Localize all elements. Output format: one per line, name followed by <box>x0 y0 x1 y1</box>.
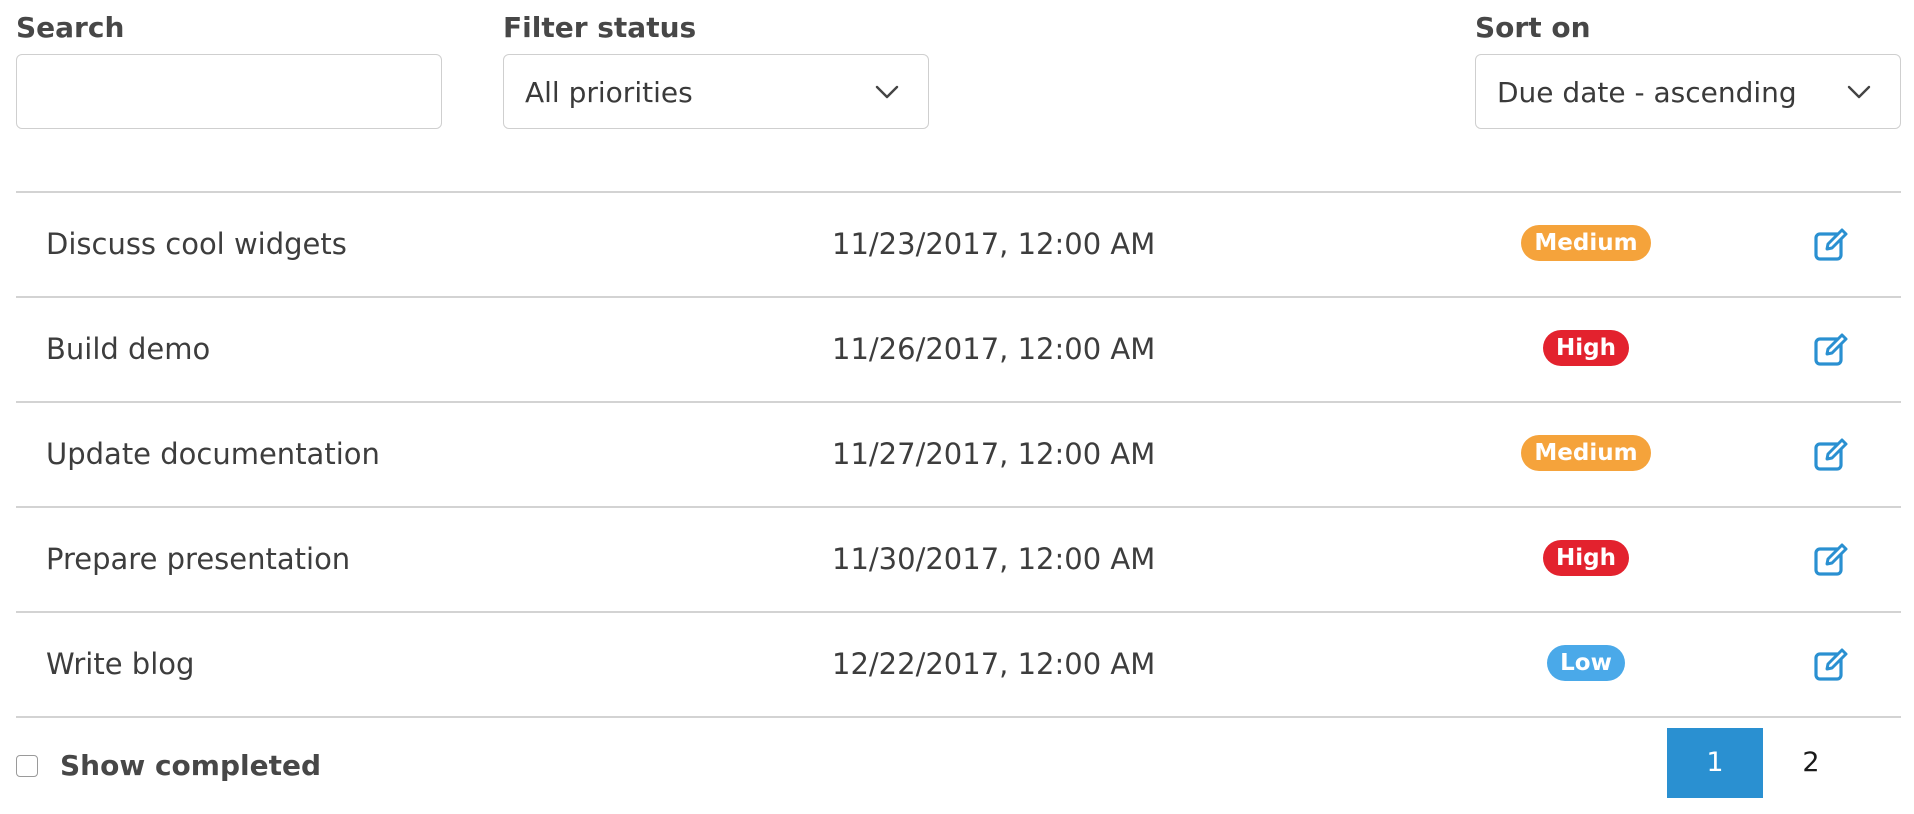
task-name: Write blog <box>46 647 195 681</box>
task-due-date: 11/30/2017, 12:00 AM <box>832 542 1156 576</box>
priority-cell: High <box>1396 298 1776 401</box>
task-list: Discuss cool widgets 11/23/2017, 12:00 A… <box>16 191 1901 718</box>
priority-cell: Medium <box>1396 403 1776 506</box>
table-row: Write blog 12/22/2017, 12:00 AM Low <box>16 613 1901 718</box>
task-due-date: 11/26/2017, 12:00 AM <box>832 332 1156 366</box>
show-completed-label: Show completed <box>60 749 322 782</box>
task-name: Build demo <box>46 332 211 366</box>
priority-badge: High <box>1543 329 1629 366</box>
filter-status-label: Filter status <box>503 11 697 44</box>
chevron-down-icon <box>875 85 899 99</box>
edit-icon[interactable] <box>1811 435 1851 475</box>
search-input[interactable] <box>16 54 442 129</box>
show-completed-checkbox[interactable] <box>16 755 38 777</box>
filter-status-value: All priorities <box>525 76 693 109</box>
page-button-1[interactable]: 1 <box>1667 728 1763 798</box>
task-manager: Search Filter status All priorities Sort… <box>0 0 1914 814</box>
sort-value: Due date - ascending <box>1497 76 1797 109</box>
task-name: Prepare presentation <box>46 542 351 576</box>
priority-badge: Low <box>1547 644 1625 681</box>
priority-cell: Medium <box>1396 193 1776 296</box>
filter-status-field: Filter status All priorities <box>503 10 929 129</box>
filter-bar: Search Filter status All priorities Sort… <box>0 0 1914 130</box>
task-due-date: 11/27/2017, 12:00 AM <box>832 437 1156 471</box>
task-due-date: 11/23/2017, 12:00 AM <box>832 227 1156 261</box>
task-name: Discuss cool widgets <box>46 227 347 261</box>
sort-select[interactable]: Due date - ascending <box>1475 54 1901 129</box>
priority-badge: Medium <box>1521 434 1651 471</box>
table-row: Update documentation 11/27/2017, 12:00 A… <box>16 403 1901 508</box>
priority-cell: Low <box>1396 613 1776 716</box>
priority-cell: High <box>1396 508 1776 611</box>
priority-badge: High <box>1543 539 1629 576</box>
pagination: 1 2 <box>1667 728 1859 798</box>
page-button-2[interactable]: 2 <box>1763 728 1859 798</box>
edit-icon[interactable] <box>1811 330 1851 370</box>
edit-icon[interactable] <box>1811 645 1851 685</box>
chevron-down-icon <box>1847 85 1871 99</box>
table-row: Build demo 11/26/2017, 12:00 AM High <box>16 298 1901 403</box>
search-label: Search <box>16 11 125 44</box>
priority-badge: Medium <box>1521 224 1651 261</box>
table-row: Discuss cool widgets 11/23/2017, 12:00 A… <box>16 193 1901 298</box>
sort-field: Sort on Due date - ascending <box>1475 10 1901 129</box>
edit-icon[interactable] <box>1811 540 1851 580</box>
sort-label: Sort on <box>1475 11 1591 44</box>
search-field: Search <box>16 10 442 129</box>
task-name: Update documentation <box>46 437 380 471</box>
filter-status-select[interactable]: All priorities <box>503 54 929 129</box>
list-footer: Show completed 1 2 <box>0 716 1914 814</box>
edit-icon[interactable] <box>1811 225 1851 265</box>
show-completed-toggle[interactable]: Show completed <box>16 748 321 784</box>
table-row: Prepare presentation 11/30/2017, 12:00 A… <box>16 508 1901 613</box>
task-due-date: 12/22/2017, 12:00 AM <box>832 647 1156 681</box>
